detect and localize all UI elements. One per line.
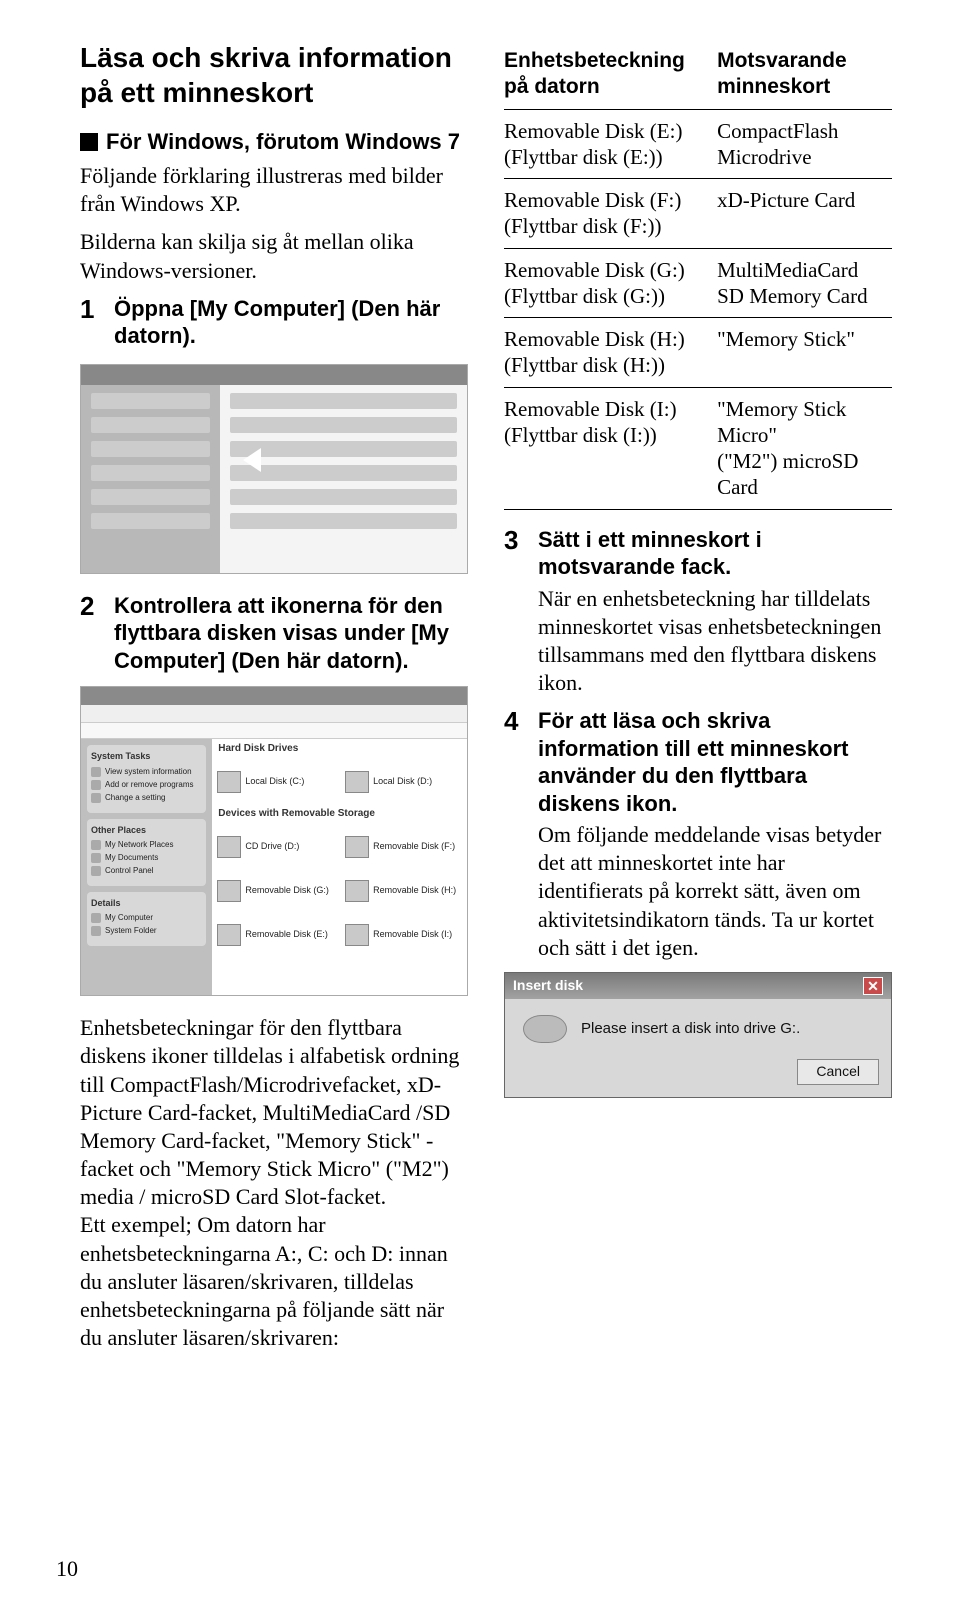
disk-drive-icon: [345, 771, 369, 793]
details-item: System Folder: [91, 926, 202, 936]
cell-card: xD-Picture Card: [717, 179, 892, 249]
places-item: Control Panel: [91, 866, 202, 876]
step-4-text: Om följande meddelande visas betyder det…: [538, 821, 892, 962]
cell-drive: Removable Disk (F:) (Flyttbar disk (F:)): [504, 179, 717, 249]
drive-label: CD Drive (D:): [245, 841, 299, 853]
drive-label: Removable Disk (G:): [245, 885, 329, 897]
close-icon[interactable]: ✕: [863, 977, 883, 995]
step-3-title: Sätt i ett minneskort i motsvarande fack…: [538, 526, 892, 581]
table-row: Removable Disk (F:) (Flyttbar disk (F:))…: [504, 179, 892, 249]
subhead-non-win7: För Windows, förutom Windows 7: [80, 128, 468, 156]
step-1-number: 1: [80, 295, 102, 354]
intro-1: Följande förklaring illustreras med bild…: [80, 162, 468, 218]
places-item: My Network Places: [91, 840, 202, 850]
drive-label: Removable Disk (F:): [373, 841, 455, 853]
drive-label: Removable Disk (H:): [373, 885, 456, 897]
step-3-number: 3: [504, 526, 526, 698]
disk-drive-icon: [217, 771, 241, 793]
intro-2: Bilderna kan skilja sig åt mellan olika …: [80, 228, 468, 284]
page-number: 10: [56, 1555, 78, 1583]
section-title: Läsa och skriva information på ett minne…: [80, 40, 468, 110]
step-3-text: När en enhetsbeteckning har tilldelats m…: [538, 585, 892, 698]
details-item: My Computer: [91, 913, 202, 923]
disk-drive-icon: [523, 1015, 567, 1043]
details-header: Details: [91, 898, 202, 910]
step-4-number: 4: [504, 707, 526, 962]
step-3: 3 Sätt i ett minneskort i motsvarande fa…: [504, 526, 892, 698]
table-row: Removable Disk (I:) (Flyttbar disk (I:))…: [504, 387, 892, 509]
cell-card: MultiMediaCard SD Memory Card: [717, 248, 892, 318]
drive-label: Local Disk (C:): [245, 776, 304, 788]
cancel-button[interactable]: Cancel: [797, 1059, 879, 1085]
tasks-item: Change a setting: [91, 793, 202, 803]
table-row: Removable Disk (E:) (Flyttbar disk (E:))…: [504, 109, 892, 179]
tasks-item: Add or remove programs: [91, 780, 202, 790]
screenshot-start-menu: [80, 364, 468, 574]
cell-card: "Memory Stick Micro" ("M2") microSD Card: [717, 387, 892, 509]
places-header: Other Places: [91, 825, 202, 837]
cell-drive: Removable Disk (E:) (Flyttbar disk (E:)): [504, 109, 717, 179]
insert-disk-dialog: Insert disk ✕ Please insert a disk into …: [504, 972, 892, 1098]
step-4: 4 För att läsa och skriva information ti…: [504, 707, 892, 962]
table-row: Removable Disk (H:) (Flyttbar disk (H:))…: [504, 318, 892, 388]
drive-mapping-table: Enhetsbeteckning på datorn Motsvarande m…: [504, 40, 892, 510]
places-item: My Documents: [91, 853, 202, 863]
cell-card: CompactFlash Microdrive: [717, 109, 892, 179]
group-hard-disks: Hard Disk Drives: [212, 739, 467, 760]
table-row: Removable Disk (G:) (Flyttbar disk (G:))…: [504, 248, 892, 318]
dialog-title: Insert disk: [513, 977, 583, 995]
drive-label: Removable Disk (E:): [245, 929, 328, 941]
table-header-card: Motsvarande minneskort: [717, 40, 892, 109]
subhead-text: För Windows, förutom Windows 7: [106, 129, 460, 154]
pointer-arrow-icon: [243, 448, 261, 472]
removable-drive-icon: [345, 880, 369, 902]
removable-drive-icon: [345, 836, 369, 858]
removable-drive-icon: [217, 836, 241, 858]
removable-drive-icon: [345, 924, 369, 946]
cell-drive: Removable Disk (I:) (Flyttbar disk (I:)): [504, 387, 717, 509]
drive-label: Local Disk (D:): [373, 776, 432, 788]
tasks-header: System Tasks: [91, 751, 202, 763]
tasks-item: View system information: [91, 767, 202, 777]
cell-drive: Removable Disk (G:) (Flyttbar disk (G:)): [504, 248, 717, 318]
step-1: 1 Öppna [My Computer] (Den här datorn).: [80, 295, 468, 354]
bullet-square-icon: [80, 133, 98, 151]
step-2-number: 2: [80, 592, 102, 679]
drive-label: Removable Disk (I:): [373, 929, 452, 941]
cell-drive: Removable Disk (H:) (Flyttbar disk (H:)): [504, 318, 717, 388]
tail-paragraph: Enhetsbeteckningar för den flyttbara dis…: [80, 1014, 468, 1352]
cell-card: "Memory Stick": [717, 318, 892, 388]
removable-drive-icon: [217, 880, 241, 902]
step-4-title: För att läsa och skriva information till…: [538, 707, 892, 817]
step-2: 2 Kontrollera att ikonerna för den flytt…: [80, 592, 468, 679]
group-removable: Devices with Removable Storage: [212, 804, 467, 825]
screenshot-my-computer: System Tasks View system information Add…: [80, 686, 468, 996]
step-2-title: Kontrollera att ikonerna för den flyttba…: [114, 592, 468, 675]
removable-drive-icon: [217, 924, 241, 946]
dialog-message: Please insert a disk into drive G:.: [581, 1019, 800, 1038]
table-header-drive: Enhetsbeteckning på datorn: [504, 40, 717, 109]
step-1-title: Öppna [My Computer] (Den här datorn).: [114, 295, 468, 350]
